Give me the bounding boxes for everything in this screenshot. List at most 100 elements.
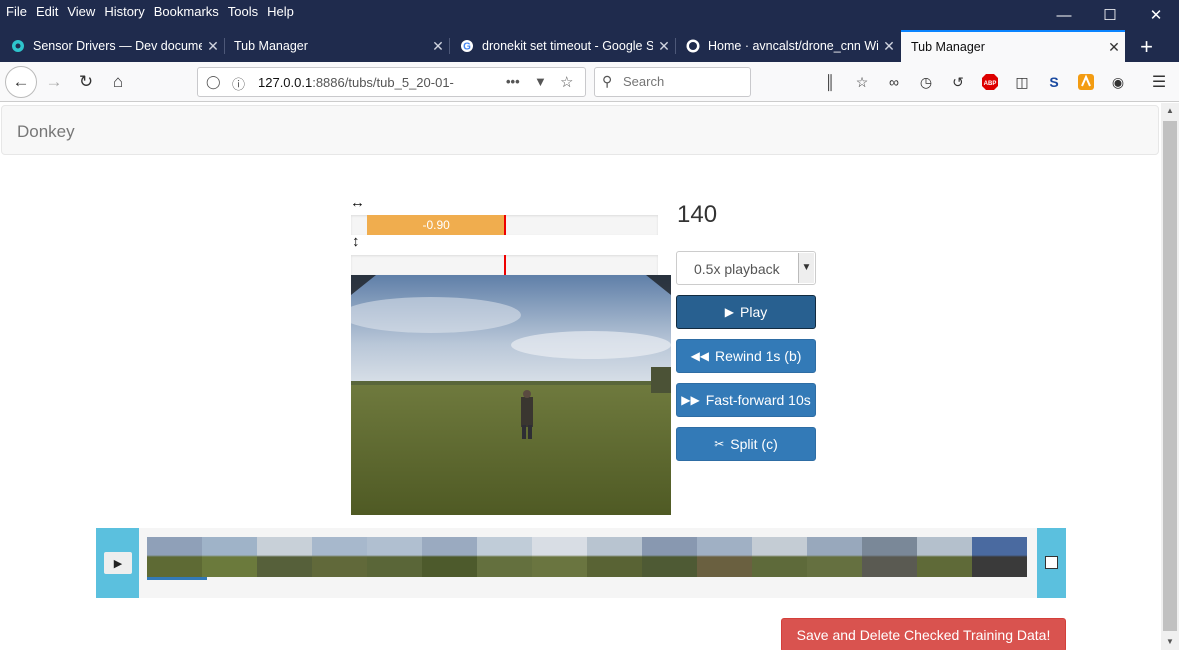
timeline-thumbnail[interactable] (807, 537, 862, 577)
info-icon[interactable]: ⓘ (232, 74, 245, 93)
tab-close-icon[interactable]: ✕ (653, 38, 675, 55)
timeline-thumbnail[interactable] (202, 537, 257, 577)
page-scrollbar[interactable]: ▲ ▼ (1161, 103, 1179, 650)
tab-close-icon[interactable]: ✕ (202, 38, 224, 55)
timeline-thumbnail[interactable] (477, 537, 532, 577)
nav-toolbar: ← → ↻ ⌂ ◯ ⓘ 127.0.0.1:8886/tubs/tub_5_20… (0, 62, 1179, 102)
scroll-up-icon[interactable]: ▲ (1161, 103, 1179, 119)
menu-view[interactable]: View (67, 4, 95, 19)
timeline-play-button[interactable]: ▶ (104, 552, 132, 574)
play-icon: ▶ (724, 305, 734, 319)
svg-text:ABP: ABP (984, 81, 997, 87)
scissors-icon: ✂ (714, 437, 725, 451)
pocket-icon[interactable]: ☆ (852, 72, 872, 92)
tab-github-wiki[interactable]: Home · avncalst/drone_cnn Wi ✕ (675, 30, 900, 62)
home-icon[interactable]: ⌂ (104, 68, 132, 96)
scroll-down-icon[interactable]: ▼ (1161, 634, 1179, 650)
menu-file[interactable]: File (6, 4, 27, 19)
page-actions-icon[interactable]: ••• (506, 74, 520, 89)
timeline-thumbnail[interactable] (752, 537, 807, 577)
tab-close-icon[interactable]: ✕ (427, 38, 449, 55)
tab-tub-manager-1[interactable]: Tub Manager ✕ (224, 30, 449, 62)
save-delete-button[interactable]: Save and Delete Checked Training Data! (781, 618, 1066, 650)
steering-bar: -0.90 (351, 215, 658, 235)
shield-icon[interactable]: ◯ (206, 74, 221, 90)
hamburger-icon[interactable]: ☰ (1149, 72, 1169, 92)
history-icon[interactable]: ◷ (916, 72, 936, 92)
tab-close-icon[interactable]: ✕ (1103, 39, 1125, 56)
timeline-thumbnails[interactable] (147, 537, 1029, 577)
timeline-thumbnail[interactable] (312, 537, 367, 577)
adblock-icon[interactable]: ABP (980, 72, 1000, 92)
timeline-thumbnail[interactable] (422, 537, 477, 577)
frame-number: 140 (677, 201, 718, 228)
minimize-icon[interactable]: — (1041, 0, 1087, 30)
library-icon[interactable]: ║ (820, 72, 840, 92)
timeline-thumbnail[interactable] (697, 537, 752, 577)
page-content: Donkey ↔ -0.90 ↕ 140 0.5x playback ▼ ▶ P… (0, 103, 1161, 650)
timeline-thumbnail[interactable] (532, 537, 587, 577)
mask-icon[interactable]: ∞ (884, 72, 904, 92)
menu-bookmarks[interactable]: Bookmarks (154, 4, 219, 19)
menu-bar: File Edit View History Bookmarks Tools H… (6, 4, 303, 19)
search-icon: ⚲ (602, 73, 613, 89)
rewind-button[interactable]: ◀◀ Rewind 1s (b) (676, 339, 816, 373)
menu-edit[interactable]: Edit (36, 4, 58, 19)
steering-fill: -0.90 (367, 215, 505, 235)
menu-help[interactable]: Help (267, 4, 294, 19)
reload-icon[interactable]: ↻ (72, 68, 100, 96)
delete-checkbox[interactable] (1045, 556, 1058, 569)
timeline-thumbnail[interactable] (257, 537, 312, 577)
playback-speed-select[interactable]: 0.5x playback ▼ (676, 251, 816, 285)
search-bar[interactable]: ⚲ (594, 67, 751, 97)
tab-sensor-drivers[interactable]: Sensor Drivers — Dev documen ✕ (0, 30, 224, 62)
fast-forward-button[interactable]: ▶▶ Fast-forward 10s (676, 383, 816, 417)
split-button[interactable]: ✂ Split (c) (676, 427, 816, 461)
restore-icon[interactable]: ↺ (948, 72, 968, 92)
play-icon: ▶ (113, 557, 123, 570)
timeline-thumbnail[interactable] (367, 537, 422, 577)
tab-close-icon[interactable]: ✕ (878, 38, 900, 55)
throttle-bar (351, 255, 658, 275)
timeline-thumbnail[interactable] (917, 537, 972, 577)
search-input[interactable] (623, 74, 743, 89)
reader-icon[interactable]: ◫ (1012, 72, 1032, 92)
play-button[interactable]: ▶ Play (676, 295, 816, 329)
timeline-thumbnail[interactable] (587, 537, 642, 577)
split-label: Split (c) (730, 436, 778, 452)
bookmark-star-icon[interactable]: ☆ (560, 73, 573, 91)
navbar: Donkey (1, 105, 1159, 155)
docs-icon (10, 38, 26, 54)
chevron-down-icon[interactable]: ▼ (798, 253, 814, 283)
timeline-thumbnail[interactable] (862, 537, 917, 577)
scrollbar-thumb[interactable] (1163, 121, 1177, 631)
github-icon (685, 38, 701, 54)
forward-icon[interactable]: → (40, 68, 68, 96)
timeline-progress (147, 577, 207, 580)
timeline-thumbnail[interactable] (642, 537, 697, 577)
camera-image (351, 275, 671, 515)
account-icon[interactable]: ◉ (1108, 72, 1128, 92)
playback-speed-value: 0.5x playback (694, 261, 780, 277)
fox-icon[interactable] (1076, 72, 1096, 92)
tab-google-search[interactable]: G dronekit set timeout - Google S ✕ (449, 30, 675, 62)
fast-forward-label: Fast-forward 10s (705, 392, 811, 408)
timeline-thumbnail[interactable] (972, 537, 1027, 577)
throttle-center-marker (504, 255, 506, 275)
brand[interactable]: Donkey (17, 122, 75, 142)
s-icon[interactable]: S (1044, 72, 1064, 92)
new-tab-icon[interactable]: + (1140, 34, 1153, 60)
tab-tub-manager-active[interactable]: Tub Manager ✕ (901, 30, 1125, 62)
close-icon[interactable]: ✕ (1133, 0, 1179, 30)
maximize-icon[interactable]: ☐ (1087, 0, 1133, 30)
timeline-thumbnail[interactable] (147, 537, 202, 577)
title-bar: File Edit View History Bookmarks Tools H… (0, 0, 1179, 30)
pocket-save-icon[interactable]: ▼ (534, 74, 547, 89)
back-icon[interactable]: ← (5, 66, 37, 98)
url-text[interactable]: 127.0.0.1:8886/tubs/tub_5_20-01- (258, 75, 496, 90)
timeline-right-panel (1037, 528, 1066, 598)
up-down-arrow-icon: ↕ (352, 233, 360, 250)
menu-history[interactable]: History (104, 4, 144, 19)
url-bar[interactable]: ◯ ⓘ 127.0.0.1:8886/tubs/tub_5_20-01- •••… (197, 67, 586, 97)
menu-tools[interactable]: Tools (228, 4, 258, 19)
